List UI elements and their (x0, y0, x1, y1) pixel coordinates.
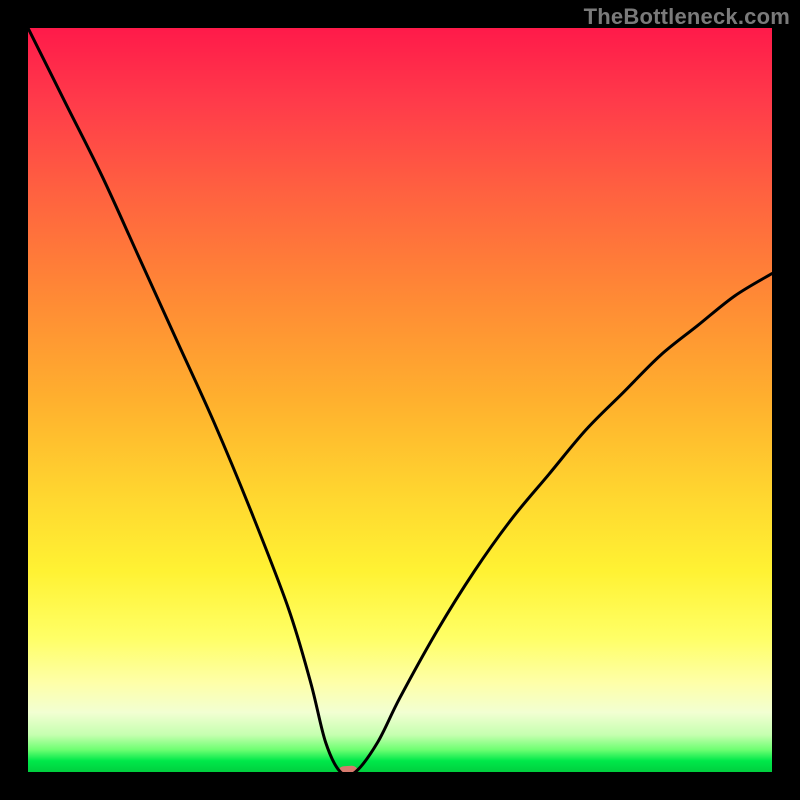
bottleneck-curve (28, 28, 772, 772)
plot-area (28, 28, 772, 772)
bottleneck-curve-path (28, 28, 772, 772)
watermark-label: TheBottleneck.com (584, 4, 790, 30)
chart-frame: TheBottleneck.com (0, 0, 800, 800)
